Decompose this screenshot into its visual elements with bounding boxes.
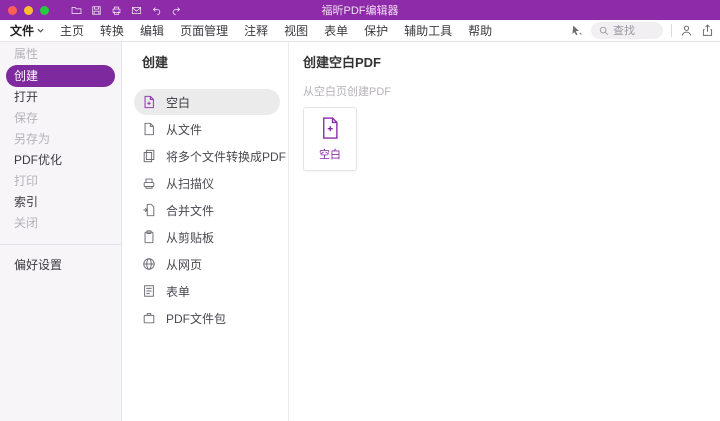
create-option-blank[interactable]: 空白	[134, 89, 280, 115]
create-option-pdf-portfolio[interactable]: PDF文件包	[134, 305, 280, 331]
detail-panel-title: 创建空白PDF	[303, 55, 382, 70]
create-option-from-scanner[interactable]: 从扫描仪	[134, 170, 280, 196]
open-icon[interactable]	[71, 5, 82, 16]
menu-edit[interactable]: 编辑	[140, 22, 164, 39]
create-option-from-file[interactable]: 从文件	[134, 116, 280, 142]
create-options-list: 空白 从文件 将多个文件转换成PDF 从扫描仪 合并文件 从剪贴板 从网页 表单…	[122, 89, 288, 331]
chevron-down-icon	[37, 28, 44, 33]
blank-pdf-card-label: 空白	[319, 149, 341, 161]
menu-comment[interactable]: 注释	[244, 22, 268, 39]
blank-doc-icon	[323, 117, 338, 139]
create-option-from-web-page[interactable]: 从网页	[134, 251, 280, 277]
menubar-divider	[671, 24, 672, 37]
backstage-view: 属性 创建 打开 保存 另存为 PDF优化 打印 索引 关闭 偏好设置 创建 空…	[0, 42, 720, 421]
form-icon	[144, 285, 154, 297]
combine-files-icon	[143, 203, 155, 217]
minimize-window-button[interactable]	[24, 5, 33, 15]
menu-view[interactable]: 视图	[284, 22, 308, 39]
search-box[interactable]	[591, 22, 663, 39]
create-panel-title: 创建	[142, 55, 169, 70]
blank-pdf-card[interactable]: 空白	[303, 107, 357, 171]
sidebar-item-save: 保存	[14, 111, 39, 125]
detail-panel-subtitle: 从空白页创建PDF	[303, 86, 391, 98]
detail-panel: 创建空白PDF 从空白页创建PDF 空白	[289, 42, 720, 421]
sidebar-item-properties: 属性	[14, 47, 39, 61]
file-sidebar: 属性 创建 打开 保存 另存为 PDF优化 打印 索引 关闭 偏好设置	[0, 42, 122, 421]
menu-accessibility[interactable]: 辅助工具	[404, 22, 452, 39]
sidebar-item-print: 打印	[14, 174, 39, 188]
sidebar-item-save-as: 另存为	[14, 132, 51, 146]
create-option-from-clipboard[interactable]: 从剪贴板	[134, 224, 280, 250]
menu-file[interactable]: 文件	[10, 22, 44, 39]
create-panel: 创建 空白 从文件 将多个文件转换成PDF 从扫描仪 合并文件 从剪贴板 从网页…	[122, 42, 289, 421]
from-file-icon	[144, 122, 154, 136]
zoom-window-button[interactable]	[40, 5, 49, 15]
share-icon[interactable]	[701, 24, 714, 37]
sidebar-item-open[interactable]: 打开	[0, 87, 121, 108]
menu-page-organize[interactable]: 页面管理	[180, 22, 228, 39]
redo-icon[interactable]	[171, 5, 182, 16]
menu-protect[interactable]: 保护	[364, 22, 388, 39]
save-icon[interactable]	[91, 5, 102, 16]
window-controls	[8, 5, 49, 15]
print-icon[interactable]	[111, 5, 122, 16]
clipboard-icon	[144, 230, 154, 244]
multi-file-icon	[143, 149, 155, 163]
menu-convert[interactable]: 转换	[100, 22, 124, 39]
blank-doc-icon	[144, 95, 154, 109]
portfolio-icon	[143, 313, 155, 324]
menubar: 文件 主页 转换 编辑 页面管理 注释 视图 表单 保护 辅助工具 帮助	[0, 20, 720, 42]
menu-help[interactable]: 帮助	[468, 22, 492, 39]
sidebar-item-index[interactable]: 索引	[0, 192, 121, 213]
create-option-combine-files[interactable]: 合并文件	[134, 197, 280, 223]
select-tool-dropdown-icon[interactable]	[570, 24, 583, 37]
mail-icon[interactable]	[131, 5, 142, 16]
create-option-multiple-files[interactable]: 将多个文件转换成PDF	[134, 143, 286, 169]
search-icon	[599, 26, 609, 35]
search-input[interactable]	[613, 24, 655, 37]
scanner-icon	[143, 178, 155, 189]
account-icon[interactable]	[680, 24, 693, 37]
menu-form[interactable]: 表单	[324, 22, 348, 39]
web-page-icon	[143, 258, 155, 270]
menu-home[interactable]: 主页	[60, 22, 84, 39]
sidebar-item-create[interactable]: 创建	[6, 65, 115, 87]
sidebar-divider	[0, 244, 121, 245]
undo-icon[interactable]	[151, 5, 162, 16]
titlebar: 福昕PDF编辑器	[0, 0, 720, 20]
sidebar-item-preferences[interactable]: 偏好设置	[0, 255, 121, 276]
sidebar-item-close: 关闭	[14, 216, 39, 230]
close-window-button[interactable]	[8, 5, 17, 15]
window-title: 福昕PDF编辑器	[321, 5, 399, 17]
create-option-form[interactable]: 表单	[134, 278, 280, 304]
sidebar-item-pdf-optimize[interactable]: PDF优化	[0, 150, 121, 171]
